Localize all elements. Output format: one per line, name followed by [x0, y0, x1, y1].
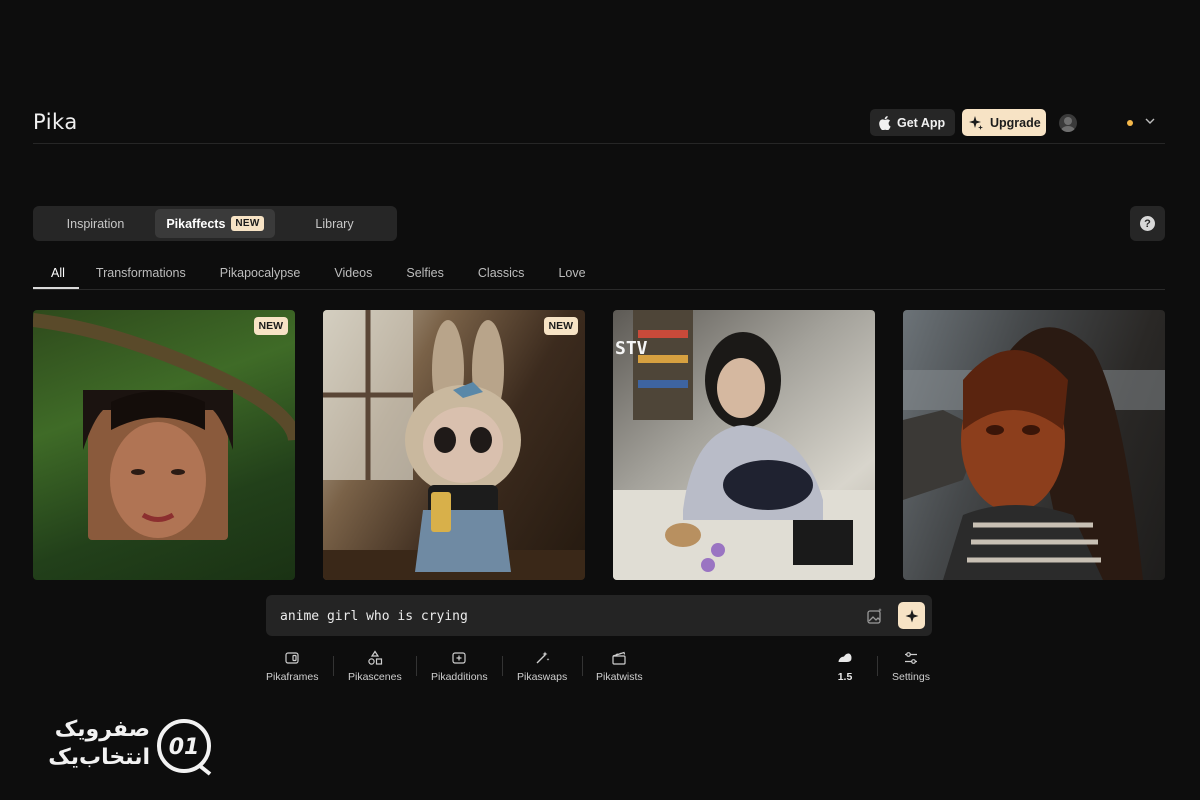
generate-button[interactable] — [898, 602, 925, 629]
svg-text:01: 01 — [169, 735, 200, 760]
get-app-label: Get App — [897, 115, 946, 130]
prompt-bar — [266, 595, 932, 636]
prompt-input[interactable] — [280, 607, 840, 625]
tool-pikaswaps[interactable]: Pikaswaps — [517, 650, 567, 683]
card-thumbnail — [903, 327, 1165, 580]
category-videos[interactable]: Videos — [334, 260, 372, 289]
watermark-line: انتخاب‌یک — [48, 745, 150, 770]
effect-card[interactable] — [903, 310, 1165, 580]
new-badge: NEW — [253, 317, 288, 335]
watermark: صفرویک انتخاب‌یک 01 — [32, 710, 217, 780]
magic-wand-icon — [536, 651, 550, 664]
category-pikapocalypse[interactable]: Pikapocalypse — [220, 260, 301, 289]
overlay-text: STV — [615, 338, 648, 359]
watermark-logo: 01 — [157, 719, 212, 776]
upgrade-label: Upgrade — [990, 115, 1041, 130]
new-badge: NEW — [543, 317, 578, 335]
tool-separator — [333, 656, 334, 676]
tool-pikascenes[interactable]: Pikascenes — [348, 650, 402, 683]
tab-pikaffects[interactable]: Pikaffects NEW — [155, 209, 275, 238]
top-bar: Pika Get App Upgrade — [33, 100, 1165, 144]
additions-icon — [452, 652, 466, 664]
tool-separator — [502, 656, 503, 676]
pika-logo[interactable]: Pika — [33, 110, 78, 134]
settings-button[interactable]: Settings — [892, 650, 930, 683]
rabbit-icon — [838, 653, 852, 662]
category-transformations[interactable]: Transformations — [96, 260, 186, 289]
category-classics[interactable]: Classics — [478, 260, 525, 289]
tab-label: Library — [315, 216, 354, 231]
watermark-text: صفرویک انتخاب‌یک — [32, 716, 150, 772]
model-version: 1.5 — [837, 671, 853, 683]
upgrade-button[interactable]: Upgrade — [962, 109, 1046, 136]
tab-inspiration[interactable]: Inspiration — [36, 209, 155, 238]
tool-pikadditions[interactable]: Pikadditions — [431, 650, 488, 683]
tab-library[interactable]: Library — [275, 209, 394, 238]
tool-pikatwists[interactable]: Pikatwists — [596, 650, 643, 683]
category-selfies[interactable]: Selfies — [406, 260, 444, 289]
help-icon: ? — [1140, 216, 1155, 231]
new-badge: NEW — [231, 216, 264, 231]
settings-label: Settings — [892, 671, 930, 683]
effect-card[interactable]: NEW — [323, 310, 585, 580]
effect-card[interactable]: NEW — [33, 310, 295, 580]
main-tabs: Inspiration Pikaffects NEW Library — [33, 206, 397, 241]
tab-label: Pikaffects — [166, 216, 226, 231]
help-button[interactable]: ? — [1130, 206, 1165, 241]
notification-dot — [1127, 120, 1133, 126]
tool-separator — [582, 656, 583, 676]
tool-label: Pikatwists — [596, 671, 643, 683]
card-thumbnail — [323, 310, 585, 580]
apple-icon — [879, 115, 891, 130]
frames-icon — [285, 652, 299, 664]
tool-separator — [416, 656, 417, 676]
image-upload-icon[interactable] — [866, 607, 884, 625]
get-app-button[interactable]: Get App — [870, 109, 955, 136]
category-love[interactable]: Love — [558, 260, 585, 289]
tab-label: Inspiration — [66, 216, 125, 231]
watermark-line: صفرویک — [54, 717, 150, 742]
tool-pikaframes[interactable]: Pikaframes — [266, 650, 319, 683]
scenes-icon — [368, 650, 382, 665]
tool-label: Pikaswaps — [517, 671, 568, 683]
sliders-icon — [904, 652, 917, 664]
tool-label: Pikaframes — [266, 671, 319, 683]
tool-label: Pikascenes — [348, 671, 402, 683]
user-avatar[interactable] — [1059, 114, 1077, 132]
model-selector[interactable]: 1.5 — [837, 650, 853, 683]
tool-label: Pikadditions — [431, 671, 488, 683]
card-thumbnail — [33, 313, 295, 540]
clapperboard-icon — [612, 651, 626, 665]
category-tabs: All Transformations Pikapocalypse Videos… — [33, 260, 1165, 290]
chevron-down-icon[interactable] — [1143, 114, 1157, 128]
effect-card[interactable]: STV — [613, 310, 875, 580]
sparkle-icon — [905, 609, 918, 622]
sparkle-icon — [969, 115, 983, 130]
card-thumbnail — [613, 310, 875, 580]
tool-separator — [877, 656, 878, 676]
category-all[interactable]: All — [33, 260, 79, 289]
